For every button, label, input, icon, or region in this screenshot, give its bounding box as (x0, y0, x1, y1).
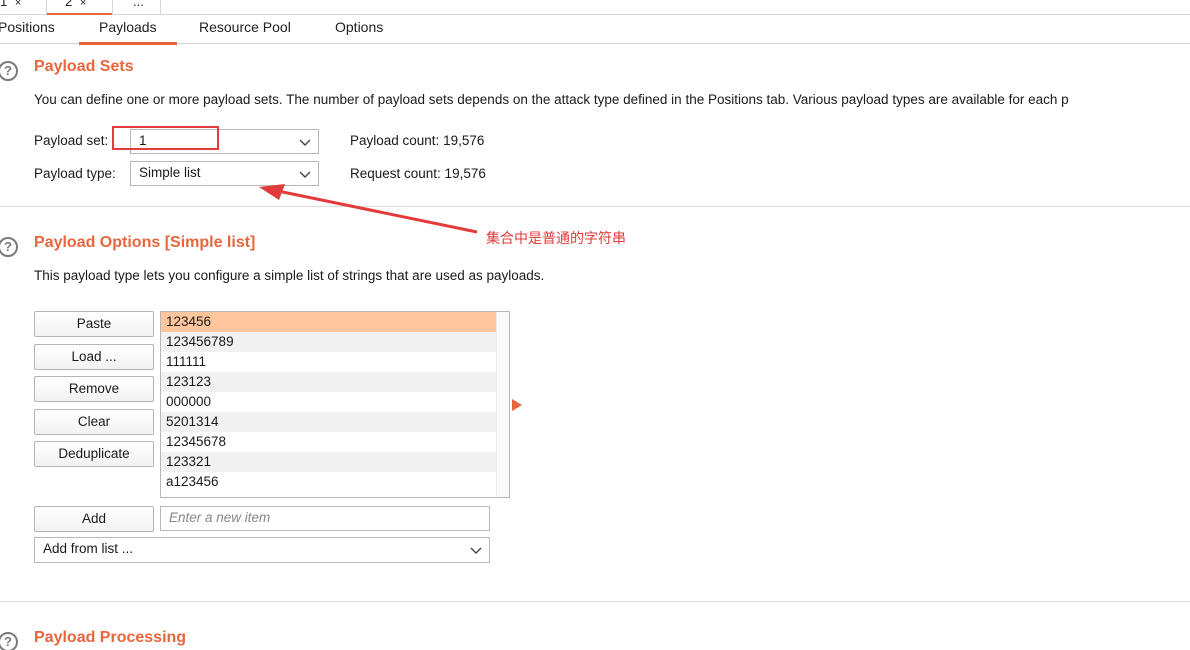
editor-tab-more-label: ... (133, 0, 144, 9)
add-from-list-select[interactable]: Add from list ... (34, 537, 490, 563)
tab-resource-pool[interactable]: Resource Pool (199, 19, 291, 44)
chevron-down-icon (299, 139, 311, 146)
tab-payloads-label: Payloads (99, 19, 157, 35)
payload-list[interactable]: 123456 123456789 111111 123123 000000 52… (160, 311, 510, 498)
editor-tab-1[interactable]: 1 × (0, 0, 44, 14)
active-tab-indicator (79, 42, 177, 45)
paste-button[interactable]: Paste (34, 311, 154, 337)
annotation-arrow-icon (259, 184, 478, 234)
intruder-tabs: Positions Payloads Resource Pool Options (0, 15, 1190, 45)
tab-options[interactable]: Options (335, 19, 383, 44)
list-item[interactable]: 5201314 (161, 412, 497, 432)
list-item[interactable]: 123321 (161, 452, 497, 472)
editor-tab-2[interactable]: 2 × (46, 0, 113, 15)
help-icon[interactable]: ? (0, 237, 18, 257)
list-item[interactable]: 123456 (161, 312, 497, 332)
payload-count: Payload count: 19,576 (350, 133, 485, 148)
payload-set-label: Payload set: (34, 133, 109, 148)
chevron-down-icon (470, 547, 482, 554)
add-from-list-label: Add from list ... (43, 541, 134, 556)
tab-positions[interactable]: Positions (0, 19, 55, 44)
list-item[interactable]: 123123 (161, 372, 497, 392)
load-button[interactable]: Load ... (34, 344, 154, 370)
payload-type-value: Simple list (139, 165, 201, 180)
editor-tab-more[interactable]: ... (113, 0, 161, 14)
list-item[interactable]: 111111 (161, 352, 497, 372)
payload-sets-description: You can define one or more payload sets.… (34, 92, 1069, 107)
chevron-down-icon (299, 171, 311, 178)
close-icon[interactable]: × (80, 0, 86, 9)
list-item[interactable]: a123456 (161, 472, 497, 492)
list-item[interactable]: 000000 (161, 392, 497, 412)
payload-processing-title: Payload Processing (34, 629, 187, 646)
add-button[interactable]: Add (34, 506, 154, 532)
help-icon[interactable]: ? (0, 61, 18, 81)
new-item-input[interactable]: Enter a new item (160, 506, 490, 531)
request-count: Request count: 19,576 (350, 166, 486, 181)
remove-button[interactable]: Remove (34, 376, 154, 402)
editor-tab-1-label: 1 (0, 0, 8, 9)
payload-type-label: Payload type: (34, 166, 116, 181)
annotation-text: 集合中是普通的字符串 (486, 230, 626, 246)
annotation-highlight-box (112, 126, 219, 150)
payload-sets-title: Payload Sets (34, 58, 134, 75)
list-scrollbar[interactable] (496, 312, 509, 497)
list-item[interactable]: 12345678 (161, 432, 497, 452)
editor-tab-2-label: 2 (65, 0, 73, 9)
tab-payloads[interactable]: Payloads (79, 19, 177, 45)
deduplicate-button[interactable]: Deduplicate (34, 441, 154, 467)
list-item[interactable]: 123456789 (161, 332, 497, 352)
editor-tab-strip: 1 × 2 × ... (0, 0, 1190, 15)
clear-button[interactable]: Clear (34, 409, 154, 435)
section-divider (0, 601, 1190, 602)
help-icon[interactable]: ? (0, 632, 18, 650)
payload-options-title: Payload Options [Simple list] (34, 234, 256, 251)
expand-arrow-icon[interactable] (511, 399, 523, 411)
close-icon[interactable]: × (15, 0, 21, 9)
payload-options-description: This payload type lets you configure a s… (34, 268, 545, 283)
section-divider (0, 206, 1190, 207)
